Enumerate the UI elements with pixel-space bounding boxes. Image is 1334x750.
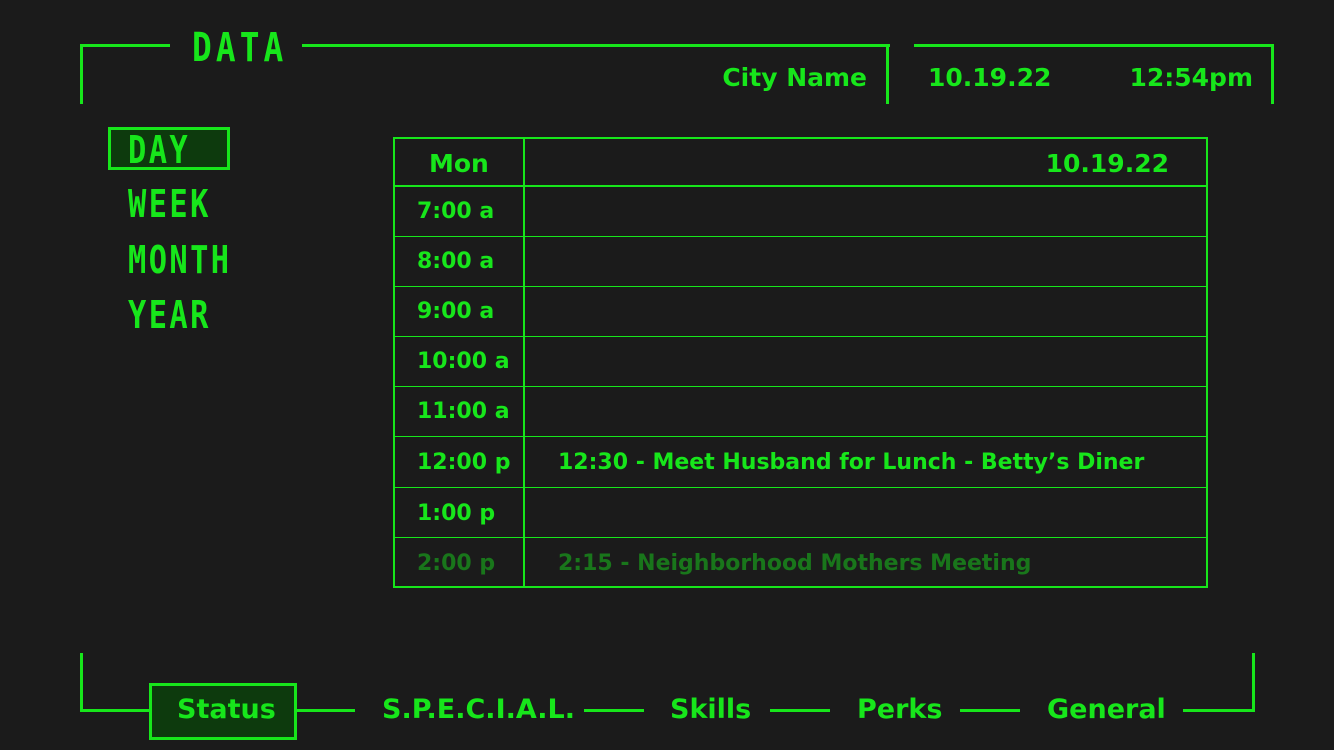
tab-general[interactable]: General (1047, 694, 1166, 726)
table-row[interactable]: 10:00 a (395, 337, 1206, 387)
nav-item-year[interactable]: YEAR (128, 294, 211, 336)
time-slot: 8:00 a (417, 249, 495, 274)
header-date: 10.19.22 (928, 63, 1052, 92)
nav-item-week[interactable]: WEEK (128, 183, 211, 225)
tab-special[interactable]: S.P.E.C.I.A.L. (382, 694, 575, 726)
table-row[interactable]: 1:00 p (395, 488, 1206, 538)
header-time: 12:54pm (1129, 63, 1253, 92)
time-slot: 12:00 p (417, 450, 511, 475)
event-text[interactable]: 12:30 - Meet Husband for Lunch - Betty’s… (558, 450, 1144, 475)
time-slot: 2:00 p (417, 551, 496, 576)
schedule-table: Mon 10.19.22 7:00 a 8:00 a 9:00 a 10:00 … (393, 137, 1208, 588)
time-slot: 9:00 a (417, 299, 495, 324)
time-slot: 10:00 a (417, 349, 510, 374)
time-slot: 1:00 p (417, 501, 496, 526)
table-row[interactable]: 11:00 a (395, 387, 1206, 437)
page-title: DATA (192, 25, 288, 71)
event-text[interactable]: 2:15 - Neighborhood Mothers Meeting (558, 551, 1031, 576)
table-row[interactable]: 12:00 p 12:30 - Meet Husband for Lunch -… (395, 437, 1206, 488)
nav-item-day[interactable]: DAY (128, 129, 190, 171)
city-name: City Name (722, 63, 867, 92)
table-row[interactable]: 2:00 p 2:15 - Neighborhood Mothers Meeti… (395, 538, 1206, 586)
time-slot: 7:00 a (417, 199, 495, 224)
tab-perks[interactable]: Perks (857, 694, 942, 726)
tab-skills[interactable]: Skills (670, 694, 751, 726)
nav-item-month[interactable]: MONTH (128, 239, 232, 281)
table-row[interactable]: 8:00 a (395, 237, 1206, 287)
tab-status[interactable]: Status (177, 694, 276, 726)
table-row[interactable]: 9:00 a (395, 287, 1206, 337)
time-slot: 11:00 a (417, 399, 510, 424)
table-header-row: Mon 10.19.22 (395, 139, 1206, 187)
schedule-date: 10.19.22 (1045, 149, 1169, 178)
table-row[interactable]: 7:00 a (395, 187, 1206, 237)
day-label: Mon (429, 149, 489, 178)
